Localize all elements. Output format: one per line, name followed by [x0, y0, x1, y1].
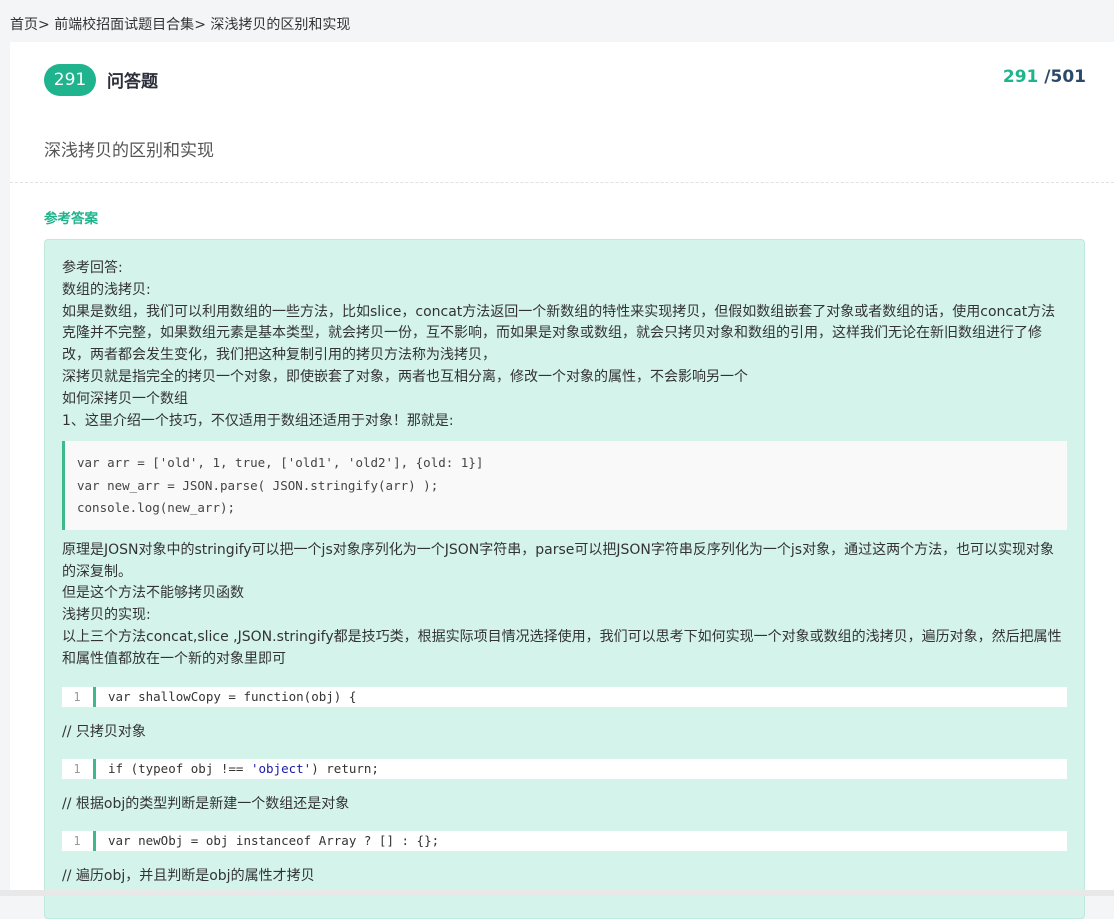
question-number-badge: 291: [44, 64, 96, 96]
code-quote-block: var arr = ['old', 1, true, ['old1', 'old…: [62, 441, 1067, 530]
question-card: 291 问答题 291 /501 深浅拷贝的区别和实现 参考答案 参考回答: 数…: [10, 42, 1114, 919]
line-number: 1: [73, 833, 81, 848]
code-text-part: if (typeof obj !==: [108, 760, 251, 776]
line-number: 1: [73, 689, 81, 704]
breadcrumb-current: 深浅拷贝的区别和实现: [210, 17, 351, 33]
answer-box: 参考回答: 数组的浅拷贝: 如果是数组，我们可以利用数组的一些方法，比如slic…: [44, 239, 1085, 919]
answer-paragraph: 但是这个方法不能够拷贝函数: [62, 585, 244, 602]
code-block: 1 if (typeof obj !== 'object') return;: [62, 758, 1067, 779]
breadcrumb-separator: >: [194, 17, 206, 33]
question-counter: 291 /501: [1003, 67, 1086, 87]
code-gutter-bar: [93, 686, 96, 707]
answer-paragraph: 数组的浅拷贝:: [62, 281, 151, 298]
code-gutter-bar: [93, 758, 96, 779]
code-comment: // 只拷贝对象: [62, 723, 146, 740]
question-counter-total: /501: [1044, 67, 1086, 87]
question-header: 291 问答题 291 /501: [44, 63, 1086, 97]
code-text: var newObj = obj instanceof Array ? [] :…: [108, 832, 440, 848]
breadcrumb-home-link[interactable]: 首页: [10, 17, 38, 33]
breadcrumb: 首页> 前端校招面试题目合集> 深浅拷贝的区别和实现: [10, 14, 350, 34]
code-block: 1 var newObj = obj instanceof Array ? []…: [62, 830, 1067, 851]
question-title: 深浅拷贝的区别和实现: [44, 141, 214, 161]
horizontal-scrollbar[interactable]: [0, 890, 1114, 896]
answer-label: 参考答案: [44, 211, 98, 227]
code-string-literal: 'object': [251, 760, 312, 776]
section-divider: [10, 182, 1114, 183]
question-counter-current: 291: [1002, 67, 1039, 87]
breadcrumb-collection-link[interactable]: 前端校招面试题目合集: [54, 17, 194, 33]
code-line: var arr = ['old', 1, true, ['old1', 'old…: [77, 455, 484, 471]
answer-paragraph: 1、这里介绍一个技巧，不仅适用于数组还适用于对象！那就是:: [62, 412, 454, 429]
code-text: var shallowCopy = function(obj) {: [108, 688, 357, 704]
answer-paragraph: 以上三个方法concat,slice ,JSON.stringify都是技巧类，…: [62, 629, 1062, 667]
code-text-part: ) return;: [311, 760, 379, 776]
question-type-label: 问答题: [107, 72, 158, 92]
breadcrumb-separator: >: [38, 17, 50, 33]
answer-paragraph: 深拷贝就是指完全的拷贝一个对象，即使嵌套了对象，两者也互相分离，修改一个对象的属…: [62, 368, 748, 385]
answer-paragraph: 参考回答:: [62, 260, 123, 276]
code-comment: // 遍历obj，并且判断是obj的属性才拷贝: [62, 867, 315, 884]
answer-paragraph: 浅拷贝的实现:: [62, 607, 151, 624]
code-line: console.log(new_arr);: [77, 500, 236, 516]
code-text: if (typeof obj !== 'object') return;: [108, 759, 379, 779]
code-gutter-bar: [93, 830, 96, 851]
answer-paragraph: 如果是数组，我们可以利用数组的一些方法，比如slice，concat方法返回一个…: [62, 303, 1056, 364]
answer-paragraph: 如何深拷贝一个数组: [62, 390, 188, 407]
answer-paragraph: 原理是JOSN对象中的stringify可以把一个js对象序列化为一个JSON字…: [62, 541, 1055, 580]
line-number: 1: [73, 761, 81, 776]
code-comment: // 根据obj的类型判断是新建一个数组还是对象: [62, 795, 350, 812]
code-block: 1 var shallowCopy = function(obj) {: [62, 686, 1067, 707]
code-line: var new_arr = JSON.parse( JSON.stringify…: [77, 477, 439, 493]
